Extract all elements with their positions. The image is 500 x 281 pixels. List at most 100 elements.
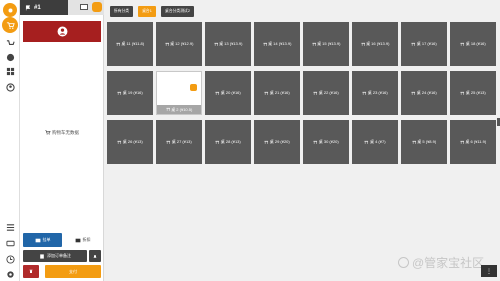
keyboard-icon[interactable] [80,4,88,10]
table-tile[interactable]: 桌 29 (¥20) [254,120,300,164]
settings-nav-icon[interactable] [4,268,16,280]
table-tile[interactable]: 桌 4 (¥7) [352,120,398,164]
selected-table-icon [190,84,197,91]
table-label: 桌 28 (¥13) [220,139,241,144]
order-tab-label: #1 [34,4,41,11]
add-note-button[interactable]: 添加订单备注 [23,250,87,262]
table-tile[interactable]: 桌 30 (¥20) [303,120,349,164]
new-order-button[interactable] [92,2,102,12]
discount-button[interactable]: 折扣 [64,233,101,247]
table-icon [411,42,416,46]
cart-nav-icon[interactable] [2,17,18,33]
table-label: 桌 16 (¥13.9) [366,41,390,46]
table-tile[interactable]: 桌 14 (¥13.9) [254,22,300,66]
select-customer-button[interactable] [23,21,101,42]
table-tile[interactable]: 桌 23 (¥16) [352,71,398,115]
table-icon [362,91,367,95]
table-tile[interactable]: 桌 6 (¥11.9) [450,120,496,164]
trash-icon [29,269,33,273]
delete-order-button[interactable] [23,265,39,278]
table-label: 桌 25 (¥13) [465,90,486,95]
table-icon [117,140,122,144]
bell-icon [93,254,97,258]
table-tile[interactable]: 桌 19 (¥16) [107,71,153,115]
shop-nav-icon[interactable] [4,37,16,49]
table-tile[interactable]: 桌 13 (¥13.9) [205,22,251,66]
watermark: @管家宝社区 [398,254,484,271]
table-label: 桌 21 (¥16) [269,90,290,95]
table-label: 桌 5 (¥8.9) [417,139,437,144]
table-tile[interactable]: 桌 12 (¥12.9) [156,22,202,66]
table-icon [116,42,120,46]
order-tab-actions [68,0,104,15]
table-icon [214,42,218,46]
table-icon [460,91,465,95]
order-tab[interactable]: #1 [20,0,68,15]
table-label: 桌 18 (¥16) [465,41,486,46]
pos-app: #1 购物车无数据 挂单 折扣 添加订单备注 支付 所有分类 桌台1 桌台分类测… [0,0,500,281]
table-tile[interactable]: 桌 24 (¥16) [401,71,447,115]
table-icon [165,42,169,46]
table-icon [361,42,365,46]
table-tile[interactable]: 桌 20 (¥16) [205,71,251,115]
table-icon [460,140,464,144]
table-label: 桌 27 (¥13) [171,139,192,144]
bell-button[interactable] [89,250,101,262]
table-label: 桌 26 (¥13) [122,139,143,144]
filter-label: 桌台分类测试2 [165,9,190,13]
table-tile[interactable]: 桌 2 (¥10.5) [156,71,202,115]
table-tile[interactable]: 桌 21 (¥16) [254,71,300,115]
table-label: 桌 24 (¥16) [416,90,437,95]
more-label: ⋮ [486,268,492,275]
table-icon [364,140,369,144]
filter-table-1-button[interactable]: 桌台1 [138,6,156,17]
watermark-text: @管家宝社区 [412,256,485,270]
table-tile[interactable]: 桌 15 (¥13.9) [303,22,349,66]
pay-button[interactable]: 支付 [45,265,101,278]
empty-cart-message: 购物车无数据 [20,130,104,136]
table-tile[interactable]: 桌 11 (¥11.8) [107,22,153,66]
user-nav-icon[interactable] [4,81,16,93]
hold-button[interactable]: 挂单 [23,233,62,247]
menu-nav-icon[interactable] [4,221,16,233]
side-rail [0,0,20,281]
table-label: 桌 14 (¥13.9) [268,41,292,46]
user-icon [57,26,67,37]
watermark-logo-icon [398,257,409,268]
filter-all-button[interactable]: 所有分类 [110,6,133,17]
table-tile[interactable]: 桌 18 (¥16) [450,22,496,66]
discount-icon [75,238,80,242]
table-label: 桌 12 (¥12.9) [170,41,194,46]
table-label: 桌 30 (¥20) [318,139,339,144]
discount-label: 折扣 [82,237,91,242]
table-tile[interactable]: 桌 16 (¥13.9) [352,22,398,66]
grid-nav-icon[interactable] [4,65,16,77]
table-label: 桌 4 (¥7) [369,139,386,144]
table-tile[interactable]: 桌 5 (¥8.9) [401,120,447,164]
table-icon [264,140,269,144]
card-nav-icon[interactable] [4,237,16,249]
table-icon [215,91,220,95]
app-logo-icon[interactable] [3,3,17,17]
filter-label: 桌台1 [142,9,152,13]
table-label: 桌 22 (¥16) [318,90,339,95]
table-tile[interactable]: 桌 26 (¥13) [107,120,153,164]
table-icon [263,42,267,46]
filter-table-2-button[interactable]: 桌台分类测试2 [161,6,194,17]
table-tile[interactable]: 桌 27 (¥13) [156,120,202,164]
table-tile[interactable]: 桌 25 (¥13) [450,71,496,115]
globe-nav-icon[interactable] [4,51,16,63]
cart-icon [45,130,51,135]
table-icon [166,108,170,112]
table-tile[interactable]: 桌 22 (¥16) [303,71,349,115]
table-label: 桌 29 (¥20) [269,139,290,144]
empty-cart-text: 购物车无数据 [52,130,79,135]
table-tile[interactable]: 桌 17 (¥16) [401,22,447,66]
hold-icon [35,238,40,242]
table-label: 桌 6 (¥11.9) [465,139,487,144]
table-tile[interactable]: 桌 28 (¥13) [205,120,251,164]
table-label: 桌 13 (¥13.9) [219,41,243,46]
clock-nav-icon[interactable] [4,253,16,265]
more-button[interactable]: ⋮ [481,265,497,277]
table-label: 桌 11 (¥11.8) [121,41,145,46]
